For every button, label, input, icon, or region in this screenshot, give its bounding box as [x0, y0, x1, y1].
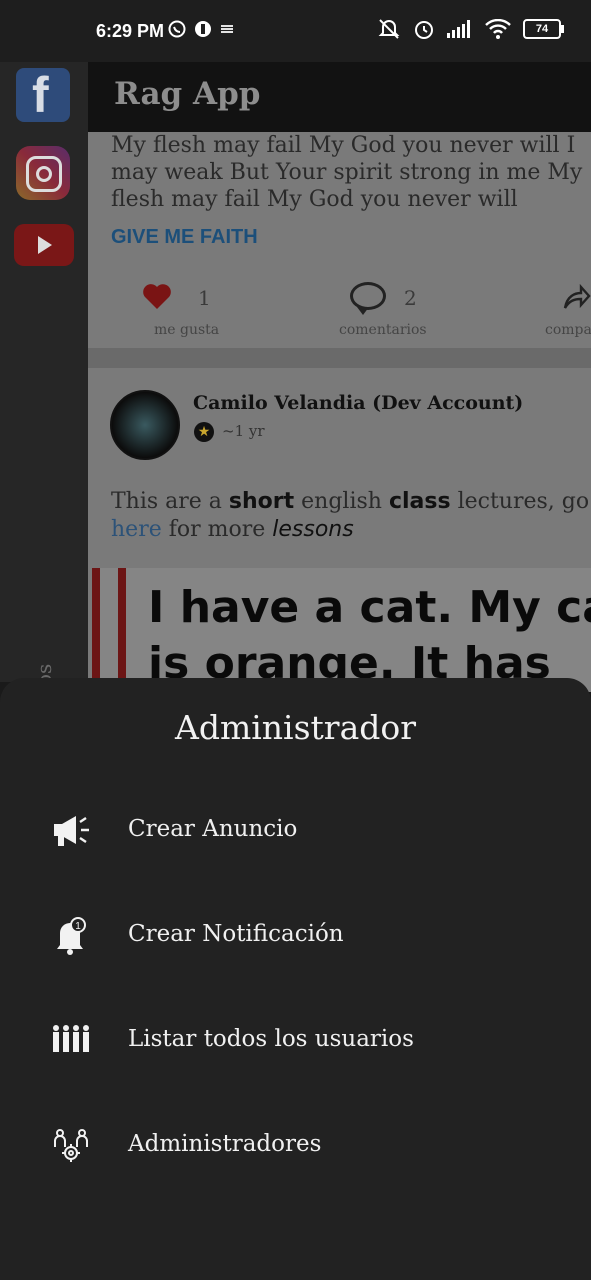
app-bar: Rag App	[88, 62, 591, 132]
post-body: This are a short english class lectures,…	[111, 488, 591, 544]
social-rail: f rios	[0, 62, 88, 702]
post-card: Camilo Velandia (Dev Account) ★ ~1 yr Th…	[88, 368, 591, 692]
comment-label: comentarios	[339, 322, 427, 338]
body-bold: class	[388, 489, 451, 514]
post-link[interactable]: GIVE ME FAITH	[111, 226, 258, 249]
post-author[interactable]: Camilo Velandia (Dev Account)	[193, 392, 523, 414]
app-notification-icon	[195, 21, 211, 37]
star-badge-icon: ★	[194, 422, 214, 442]
menu-item-label: Crear Anuncio	[128, 816, 298, 842]
body-link[interactable]: here	[111, 517, 162, 542]
whatsapp-icon	[168, 20, 186, 38]
post-actions: 1 me gusta 2 comentarios compartir	[88, 272, 591, 342]
comment-count: 2	[404, 286, 417, 310]
like-label: me gusta	[154, 322, 220, 338]
admins-icon	[54, 1129, 88, 1162]
megaphone-icon	[54, 816, 89, 846]
image-text-line: I have a cat. My cat	[148, 582, 591, 633]
instagram-icon[interactable]	[16, 146, 70, 200]
status-time: 6:29 PM	[96, 21, 165, 41]
share-icon	[563, 283, 591, 309]
menu-item-crear-notificacion[interactable]: 1 Crear Notificación	[0, 895, 591, 975]
users-icon	[53, 1025, 89, 1052]
body-text: english	[294, 489, 389, 514]
body-bold: short	[228, 489, 295, 514]
status-bar: 6:29 PM 74	[0, 0, 591, 62]
data-saver-icon	[221, 25, 233, 33]
signal-icon	[447, 20, 470, 38]
facebook-icon[interactable]: f	[16, 67, 70, 123]
battery-level: 74	[535, 23, 549, 35]
post-text: My flesh may fail My God you never will …	[111, 133, 583, 212]
body-italic: lessons	[272, 517, 354, 542]
mute-icon	[378, 19, 400, 39]
post-image[interactable]: I have a cat. My cat is orange. It has	[92, 568, 591, 692]
comment-icon	[350, 282, 386, 315]
share-label: compartir	[545, 322, 591, 338]
menu-item-label: Crear Notificación	[128, 921, 344, 947]
menu-item-label: Administradores	[128, 1131, 322, 1157]
body-text: lectures, go	[450, 489, 590, 514]
menu-item-listar-usuarios[interactable]: Listar todos los usuarios	[0, 1000, 591, 1080]
app-title: Rag App	[114, 76, 261, 112]
sheet-title: Administrador	[174, 708, 417, 747]
heart-icon	[143, 284, 171, 309]
like-count: 1	[198, 286, 211, 310]
menu-item-administradores[interactable]: Administradores	[0, 1105, 591, 1185]
body-text: This are a	[111, 489, 229, 514]
post-card: My flesh may fail My God you never will …	[88, 132, 591, 348]
body-text: for more	[161, 517, 273, 542]
alarm-icon	[415, 21, 433, 39]
admin-bottom-sheet: Administrador Crear Anuncio 1 Crear Noti…	[0, 678, 591, 1280]
menu-item-label: Listar todos los usuarios	[128, 1026, 414, 1052]
svg-text:1: 1	[75, 921, 81, 932]
bell-icon: 1	[57, 917, 86, 955]
menu-item-crear-anuncio[interactable]: Crear Anuncio	[0, 790, 591, 870]
wifi-icon	[485, 19, 511, 39]
post-time: ~1 yr	[222, 422, 265, 440]
avatar[interactable]	[110, 390, 180, 460]
youtube-icon[interactable]	[14, 224, 74, 266]
feed: My flesh may fail My God you never will …	[88, 132, 591, 692]
battery-icon: 74	[523, 19, 564, 39]
